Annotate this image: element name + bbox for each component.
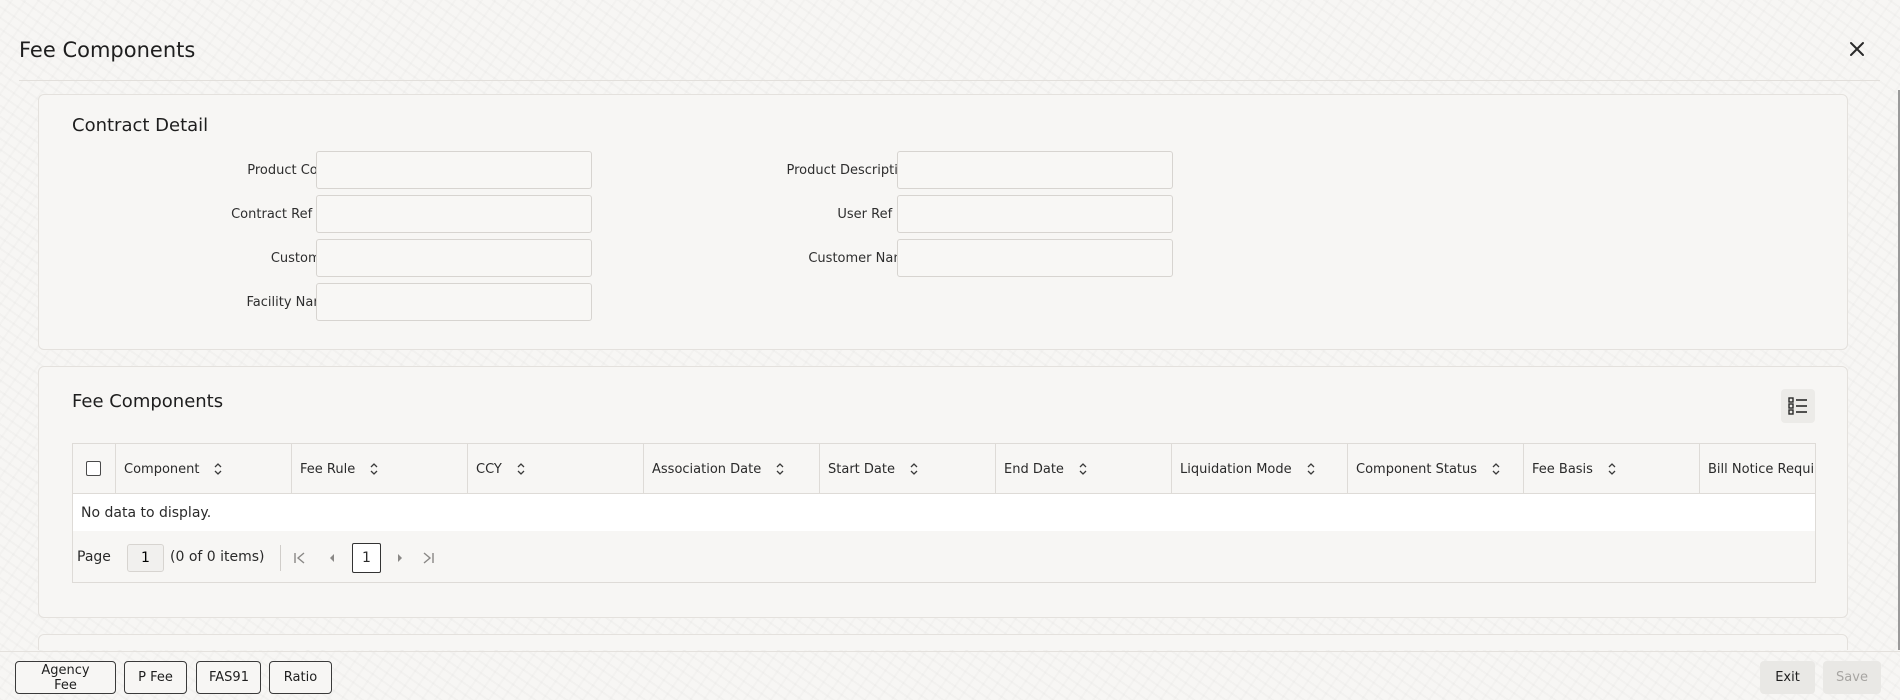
column-header-label: Bill Notice Required <box>1708 461 1815 477</box>
page-number-input[interactable] <box>127 544 164 572</box>
table-header: Component Fee Rule CCY Association Date Star… <box>73 444 1815 494</box>
select-all-cell <box>73 444 116 494</box>
column-header-label: Component Status <box>1356 461 1478 477</box>
sort-icon[interactable] <box>1306 462 1316 476</box>
empty-message: No data to display. <box>73 495 1815 531</box>
column-header-label: Fee Basis <box>1532 461 1593 477</box>
column-picker-button[interactable] <box>1781 389 1815 423</box>
column-header-label: Fee Rule <box>300 461 356 477</box>
column-list-icon <box>1788 397 1807 415</box>
prev-page-icon <box>330 554 334 562</box>
fee-components-table: Component Fee Rule CCY Association Date Star… <box>72 443 1816 583</box>
sort-icon[interactable] <box>909 462 919 476</box>
close-icon <box>1850 42 1864 56</box>
column-header[interactable]: Bill Notice Required <box>1700 444 1815 494</box>
column-header[interactable]: Liquidation Mode <box>1172 444 1348 494</box>
product-description-field[interactable] <box>897 151 1173 189</box>
customer-name-label: Customer Name <box>808 251 914 266</box>
user-ref-no-label: User Ref No <box>837 207 914 222</box>
column-header-label: End Date <box>1004 461 1064 477</box>
facility-name-label: Facility Name <box>246 295 334 310</box>
next-page-button[interactable] <box>391 548 409 568</box>
customer-name-field[interactable] <box>897 239 1173 277</box>
content-area: Contract Detail Product Code Product Des… <box>0 82 1896 650</box>
product-code-field[interactable] <box>316 151 592 189</box>
product-description-label: Product Description <box>786 163 914 178</box>
column-header[interactable]: Start Date <box>820 444 996 494</box>
page-label: Page <box>77 549 111 565</box>
column-header[interactable]: Component <box>116 444 292 494</box>
column-header-label: Liquidation Mode <box>1180 461 1292 477</box>
pager-divider <box>280 545 281 571</box>
sort-icon[interactable] <box>775 462 785 476</box>
column-header[interactable]: Component Status <box>1348 444 1524 494</box>
contract-detail-panel: Contract Detail Product Code Product Des… <box>38 94 1848 350</box>
next-page-icon <box>398 554 402 562</box>
sort-icon[interactable] <box>369 462 379 476</box>
last-page-button[interactable] <box>419 548 437 568</box>
user-ref-no-field[interactable] <box>897 195 1173 233</box>
fee-components-title: Fee Components <box>72 391 224 412</box>
fee-components-panel: Fee Components Component Fee Rule CCY Assoc… <box>38 366 1848 618</box>
customer-label: Customer <box>270 251 334 266</box>
column-header-label: CCY <box>476 461 502 477</box>
select-all-checkbox[interactable] <box>86 461 101 476</box>
p-fee-button[interactable]: P Fee <box>124 661 187 694</box>
agency-fee-button[interactable]: Agency Fee <box>15 661 116 694</box>
column-header[interactable]: Fee Basis <box>1524 444 1700 494</box>
column-header[interactable]: Fee Rule <box>292 444 468 494</box>
column-header[interactable]: Association Date <box>644 444 820 494</box>
column-header-label: Component <box>124 461 200 477</box>
last-page-icon <box>423 552 434 564</box>
contract-detail-title: Contract Detail <box>72 115 209 136</box>
current-page-button[interactable]: 1 <box>352 543 381 573</box>
contract-ref-no-field[interactable] <box>316 195 592 233</box>
contract-ref-no-label: Contract Ref No <box>231 207 334 222</box>
footer-bar: Agency Fee P Fee FAS91 Ratio Exit Save <box>0 651 1900 700</box>
page-title: Fee Components <box>19 38 196 62</box>
close-button[interactable] <box>1844 36 1870 62</box>
sort-icon[interactable] <box>1491 462 1501 476</box>
items-count: (0 of 0 items) <box>170 549 265 565</box>
column-header-label: Start Date <box>828 461 895 477</box>
first-page-button[interactable] <box>291 548 309 568</box>
pagination-bar: Page (0 of 0 items) 1 <box>73 531 1815 582</box>
exit-button[interactable]: Exit <box>1760 661 1815 694</box>
product-code-label: Product Code <box>247 163 334 178</box>
additional-panel <box>38 634 1848 650</box>
customer-field[interactable] <box>316 239 592 277</box>
column-header[interactable]: End Date <box>996 444 1172 494</box>
prev-page-button[interactable] <box>323 548 341 568</box>
column-header-label: Association Date <box>652 461 762 477</box>
sort-icon[interactable] <box>1078 462 1088 476</box>
ratio-button[interactable]: Ratio <box>269 661 332 694</box>
sort-icon[interactable] <box>1607 462 1617 476</box>
first-page-icon <box>294 552 305 564</box>
fas91-button[interactable]: FAS91 <box>196 661 261 694</box>
header-divider <box>19 80 1880 81</box>
facility-name-field[interactable] <box>316 283 592 321</box>
sort-icon[interactable] <box>516 462 526 476</box>
sort-icon[interactable] <box>213 462 223 476</box>
save-button[interactable]: Save <box>1823 661 1881 694</box>
column-header[interactable]: CCY <box>468 444 644 494</box>
